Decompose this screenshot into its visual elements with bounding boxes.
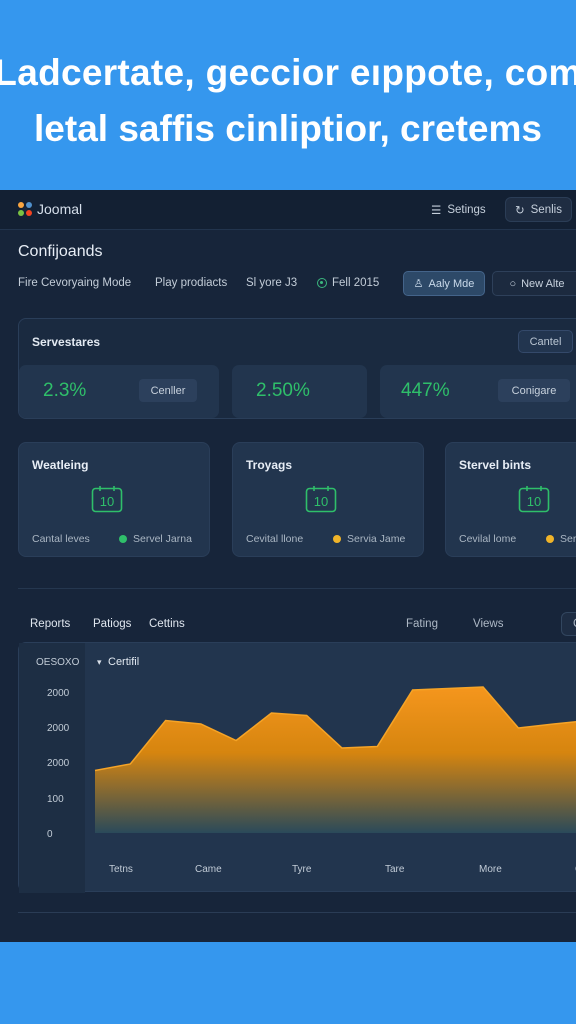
- svg-text:10: 10: [100, 494, 114, 509]
- card-title: Weatleing: [32, 458, 89, 472]
- chart-title: Certifil: [108, 656, 139, 668]
- divider: [18, 588, 576, 589]
- servestares-panel: Servestares Cantel 2.3% Cenller 2.50% 44…: [18, 318, 576, 419]
- feature-card[interactable]: Stervel bints 10 Cevilal lome Serv: [445, 442, 576, 557]
- y-tick-label: 2000: [47, 758, 70, 769]
- y-tick-label: 2000: [47, 723, 70, 734]
- hero-line-2: letal saffis cinliptior, cretems: [34, 108, 542, 149]
- card-status-label: Servel Jarna: [133, 533, 192, 545]
- tab-cettins[interactable]: Cettins: [149, 618, 185, 630]
- settings-button[interactable]: ☰ Setings: [422, 197, 495, 222]
- app-window: Joomal ☰ Setings ↻ Senlis Confijoands Fi…: [0, 190, 576, 942]
- card-status-label: Servia Jame: [347, 533, 406, 545]
- joomla-logo-icon: [18, 202, 32, 216]
- status-dot-icon: [317, 278, 327, 288]
- app-logo[interactable]: Joomal: [17, 201, 82, 217]
- status-dot-icon: [119, 535, 127, 543]
- tab-patiogs[interactable]: Patiogs: [93, 618, 131, 630]
- y-tick-label: 0: [47, 829, 53, 840]
- hero-banner: Ladcertate, geccior eıppote, com letal s…: [0, 0, 576, 190]
- tool-link-store[interactable]: Sl yore J3: [246, 277, 297, 289]
- tab-extra-button[interactable]: C: [561, 612, 576, 636]
- x-tick-label: More: [479, 864, 502, 875]
- x-tick-label: Tyre: [292, 864, 312, 875]
- new-alert-button[interactable]: ○ New Alte: [492, 271, 576, 296]
- metric-button[interactable]: Cenller: [139, 379, 197, 402]
- metric-value: 2.50%: [256, 380, 310, 401]
- x-axis-ticks: TetnsCameTyreTareMoreC: [109, 864, 576, 875]
- chart-tabs: Reports Patiogs Cettins Fating Views C: [0, 612, 576, 636]
- senlis-button[interactable]: ↻ Senlis: [505, 197, 572, 222]
- calendar-icon: 10: [305, 486, 337, 513]
- svg-text:10: 10: [527, 494, 541, 509]
- divider: [18, 912, 576, 913]
- y-axis-top-label: OESOXO: [36, 657, 80, 668]
- tab-reports[interactable]: Reports: [30, 618, 70, 630]
- metric-value: 447%: [401, 380, 450, 401]
- new-alert-label: New Alte: [521, 277, 565, 290]
- apply-mode-button[interactable]: ♙ Aaly Mde: [403, 271, 485, 296]
- senlis-label: Senlis: [530, 203, 562, 216]
- x-tick-label: Came: [195, 864, 222, 875]
- metric-card: 2.50%: [232, 365, 367, 418]
- card-status: Serv: [546, 533, 576, 545]
- status-dot-icon: [333, 535, 341, 543]
- bulb-icon: ○: [509, 277, 517, 290]
- x-tick-label: Tetns: [109, 864, 133, 875]
- app-name: Joomal: [37, 201, 83, 217]
- top-bar: Joomal ☰ Setings ↻ Senlis: [0, 190, 576, 230]
- caret-down-icon[interactable]: ▾: [97, 657, 102, 667]
- status-text: Fell 2015: [332, 277, 380, 289]
- menu-icon: ☰: [431, 204, 442, 217]
- card-title: Stervel bints: [459, 458, 532, 472]
- settings-label: Setings: [447, 203, 486, 216]
- metric-button[interactable]: Conigare: [498, 379, 570, 402]
- area-chart: OESOXO 2000 2000 2000 100 0 ▾ Certifil Tetns…: [19, 643, 576, 893]
- status-dot-icon: [546, 535, 554, 543]
- calendar-icon: 10: [91, 486, 123, 513]
- card-title: Troyags: [246, 458, 293, 472]
- page-title: Confijoands: [18, 243, 103, 260]
- card-status: Servia Jame: [333, 533, 405, 545]
- card-status-label: Serv: [560, 533, 576, 545]
- svg-text:10: 10: [314, 494, 328, 509]
- tab-fating[interactable]: Fating: [406, 618, 438, 630]
- metric-card: 2.3% Cenller: [19, 365, 219, 418]
- cancel-button[interactable]: Cantel: [518, 330, 573, 353]
- metric-card: 447% Conigare: [380, 365, 576, 418]
- servestares-title: Servestares: [32, 335, 101, 349]
- feature-card[interactable]: Troyags 10 Cevital llone Servia Jame: [232, 442, 424, 557]
- card-left-label: Cevilal lome: [459, 533, 517, 545]
- x-tick-label: Tare: [385, 864, 405, 875]
- apply-mode-label: Aaly Mde: [428, 277, 475, 290]
- chart-panel: OESOXO 2000 2000 2000 100 0 ▾ Certifil Tetns…: [18, 642, 576, 893]
- tab-views[interactable]: Views: [473, 618, 503, 630]
- user-icon: ♙: [413, 278, 424, 290]
- tool-link-mode[interactable]: Fire Cevoryaing Mode: [18, 277, 131, 289]
- calendar-icon: 10: [518, 486, 550, 513]
- y-tick-label: 100: [47, 794, 64, 805]
- refresh-icon: ↻: [515, 204, 525, 217]
- y-tick-label: 2000: [47, 688, 70, 699]
- status-indicator: Fell 2015: [317, 277, 379, 289]
- card-status: Servel Jarna: [119, 533, 192, 545]
- card-left-label: Cevital llone: [246, 533, 304, 545]
- area-series: [95, 687, 576, 833]
- tool-link-products[interactable]: Play prodiacts: [155, 277, 227, 289]
- card-left-label: Cantal leves: [32, 533, 90, 545]
- metric-value: 2.3%: [43, 380, 87, 401]
- hero-line-1: Ladcertate, geccior eıppote, com: [0, 52, 576, 93]
- feature-card[interactable]: Weatleing 10 Cantal leves Servel Jarna: [18, 442, 210, 557]
